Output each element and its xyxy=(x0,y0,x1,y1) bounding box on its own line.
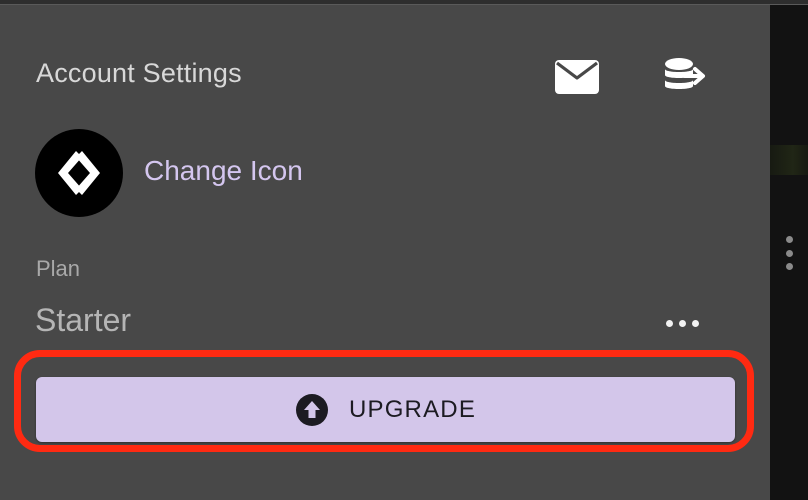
panel-title: Account Settings xyxy=(36,58,242,88)
arrow-up-circle-icon xyxy=(295,393,329,427)
app-logo-icon xyxy=(58,151,100,195)
upgrade-label: UPGRADE xyxy=(348,395,477,423)
change-icon-link[interactable]: Change Icon xyxy=(144,155,303,187)
drag-handle-icon[interactable] xyxy=(784,236,794,270)
plan-value: Starter xyxy=(35,302,132,338)
more-horizontal-icon[interactable] xyxy=(660,312,704,334)
avatar[interactable] xyxy=(35,129,123,217)
background-hint xyxy=(770,145,808,175)
mail-button[interactable] xyxy=(553,57,601,97)
mail-icon xyxy=(555,60,599,94)
account-settings-screen: Account Settings Change Icon Plan Starte… xyxy=(0,0,808,500)
database-export-icon xyxy=(665,58,705,89)
export-database-button[interactable] xyxy=(660,54,710,98)
upgrade-button[interactable]: UPGRADE xyxy=(36,377,735,442)
plan-label: Plan xyxy=(36,256,81,281)
